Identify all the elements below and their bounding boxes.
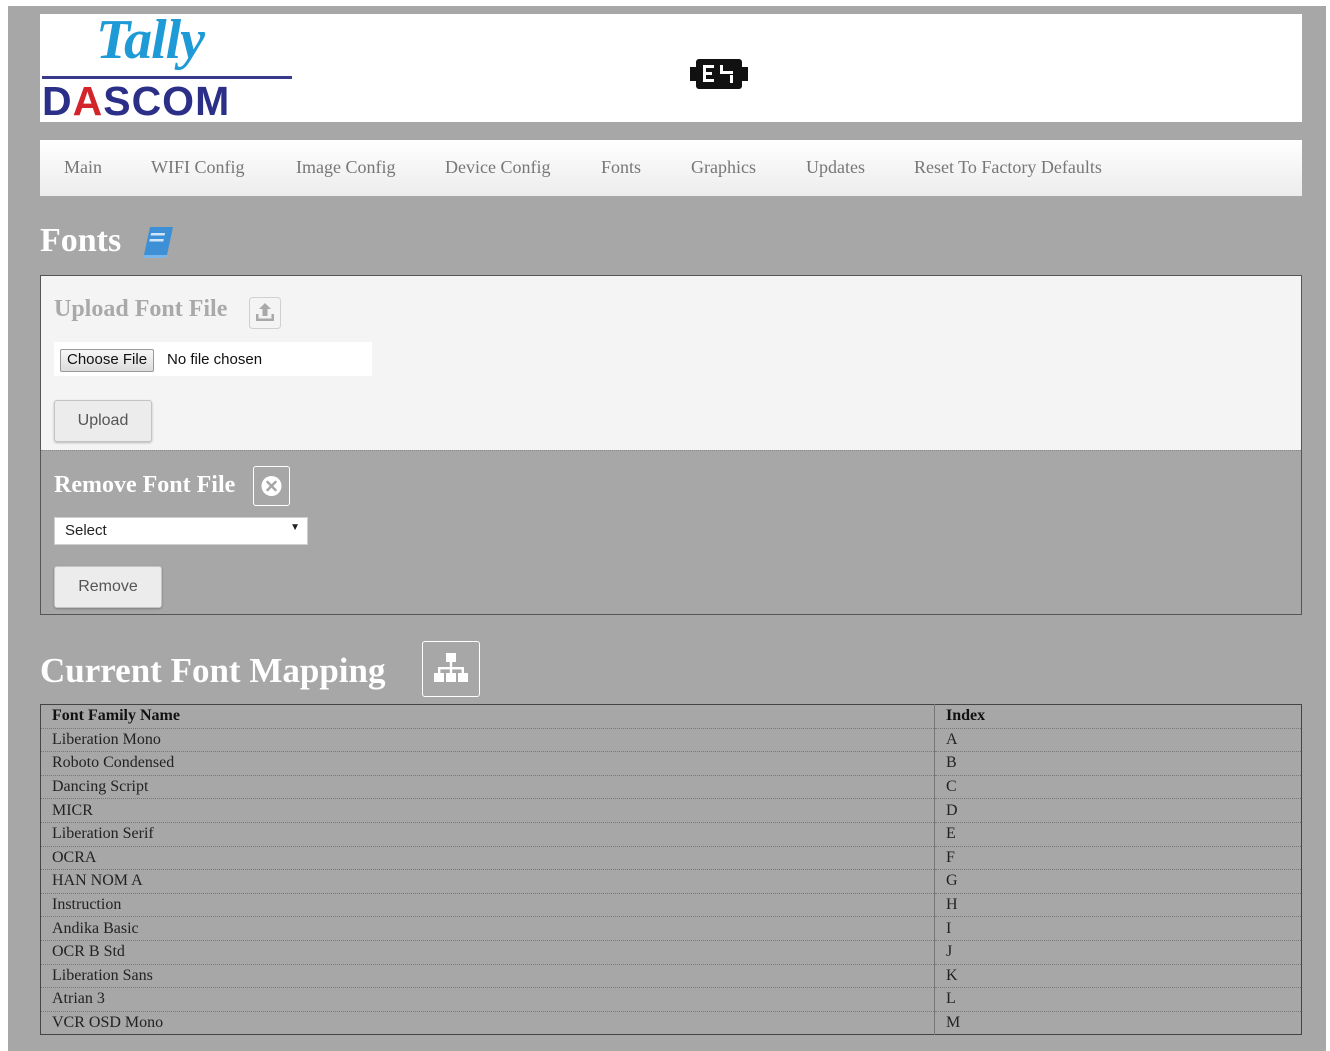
remove-button[interactable]: Remove bbox=[54, 566, 162, 608]
column-header-index: Index bbox=[934, 704, 1302, 729]
font-index-cell: G bbox=[934, 869, 1302, 894]
font-family-cell: Liberation Mono bbox=[40, 728, 935, 753]
choose-file-button[interactable]: Choose File bbox=[60, 349, 155, 372]
font-index-cell: I bbox=[934, 916, 1302, 941]
printer-connector-icon bbox=[690, 59, 748, 89]
nav-item-reset-factory-defaults[interactable]: Reset To Factory Defaults bbox=[914, 157, 1102, 178]
font-family-cell: Andika Basic bbox=[40, 916, 935, 941]
table-row: MICR D bbox=[40, 798, 1302, 823]
page-title: Fonts bbox=[40, 222, 122, 259]
font-family-cell: HAN NOM A bbox=[40, 869, 935, 894]
nav-item-device-config[interactable]: Device Config bbox=[445, 157, 550, 178]
upload-section-title: Upload Font File bbox=[54, 296, 228, 322]
nav-item-graphics[interactable]: Graphics bbox=[691, 157, 756, 178]
font-index-cell: F bbox=[934, 846, 1302, 871]
font-family-cell: Liberation Sans bbox=[40, 964, 935, 989]
upload-section: Upload Font File Choose File No file cho… bbox=[41, 276, 1301, 450]
section-divider bbox=[41, 450, 1301, 451]
upload-icon bbox=[249, 297, 281, 329]
font-family-cell: Atrian 3 bbox=[40, 987, 935, 1012]
table-row: HAN NOM AG bbox=[40, 869, 1302, 894]
remove-font-select[interactable]: Select ▼ bbox=[54, 517, 308, 545]
nav-item-image-config[interactable]: Image Config bbox=[296, 157, 395, 178]
font-family-cell: Instruction bbox=[40, 893, 935, 918]
table-row: VCR OSD Mono M bbox=[40, 1011, 1302, 1035]
logo-tally-text: Tally bbox=[96, 9, 205, 71]
table-row: OCR B Std J bbox=[40, 940, 1302, 965]
font-index-cell: C bbox=[934, 775, 1302, 800]
font-family-cell: Roboto Condensed bbox=[40, 751, 935, 776]
top-nav-bar: Main WIFI Config Image Config Device Con… bbox=[40, 140, 1302, 196]
font-index-cell: H bbox=[934, 893, 1302, 918]
table-row: Liberation Mono A bbox=[40, 728, 1302, 753]
table-row: Liberation Serif E bbox=[40, 822, 1302, 847]
nav-item-main[interactable]: Main bbox=[64, 157, 102, 178]
remove-section-title: Remove Font File bbox=[54, 472, 236, 498]
font-mapping-title: Current Font Mapping bbox=[40, 651, 386, 690]
nav-item-updates[interactable]: Updates bbox=[806, 157, 865, 178]
page-background: Tally DASCOM Main WIFI Config Image Conf… bbox=[8, 6, 1326, 1051]
table-row: OCRA F bbox=[40, 846, 1302, 871]
file-input: Choose File No file chosen bbox=[54, 342, 372, 376]
font-family-cell: OCRA bbox=[40, 846, 935, 871]
font-index-cell: A bbox=[934, 728, 1302, 753]
font-index-cell: M bbox=[946, 1014, 961, 1032]
remove-select-value: Select bbox=[65, 522, 107, 539]
header-banner: Tally DASCOM bbox=[40, 9, 1302, 125]
font-family-cell: MICR bbox=[40, 798, 935, 823]
logo-letter-d: D bbox=[42, 78, 73, 124]
table-row: Atrian 3L bbox=[40, 987, 1302, 1012]
table-row: Andika Basic I bbox=[40, 916, 1302, 941]
remove-circle-icon bbox=[253, 466, 290, 506]
font-index-cell: E bbox=[934, 822, 1302, 847]
font-family-cell: Dancing Script bbox=[40, 775, 935, 800]
column-header-font-family: Font Family Name bbox=[40, 704, 935, 729]
font-mapping-table: Font Family Name Index Liberation Mono A R… bbox=[40, 704, 1302, 1036]
font-index-cell: B bbox=[934, 751, 1302, 776]
upload-button[interactable]: Upload bbox=[54, 400, 152, 442]
sitemap-icon bbox=[422, 641, 480, 697]
nav-item-wifi-config[interactable]: WIFI Config bbox=[151, 157, 245, 178]
logo-letter-a: A bbox=[72, 78, 104, 124]
nav-item-fonts[interactable]: Fonts bbox=[601, 157, 641, 178]
logo-dascom-text: DASCOM bbox=[42, 78, 230, 125]
font-index-cell: L bbox=[934, 987, 1302, 1012]
chevron-down-icon: ▼ bbox=[290, 522, 300, 533]
font-family-cell: OCR B Std bbox=[40, 940, 935, 965]
font-index-cell: K bbox=[934, 964, 1302, 989]
font-family-cell: VCR OSD Mono bbox=[40, 1011, 935, 1035]
book-icon bbox=[143, 227, 173, 258]
table-row: Instruction H bbox=[40, 893, 1302, 918]
table-row: Liberation Sans K bbox=[40, 964, 1302, 989]
font-index-cell: D bbox=[934, 798, 1302, 823]
logo-letters-scom: SCOM bbox=[103, 78, 231, 124]
table-header-row: Font Family Name Index bbox=[40, 704, 1302, 729]
font-file-panel: Upload Font File Choose File No file cho… bbox=[40, 275, 1302, 615]
table-row: Dancing Script C bbox=[40, 775, 1302, 800]
font-index-cell: J bbox=[934, 940, 1302, 965]
font-family-cell: Liberation Serif bbox=[40, 822, 935, 847]
file-status-text: No file chosen bbox=[167, 351, 263, 368]
table-row: Roboto Condensed B bbox=[40, 751, 1302, 776]
